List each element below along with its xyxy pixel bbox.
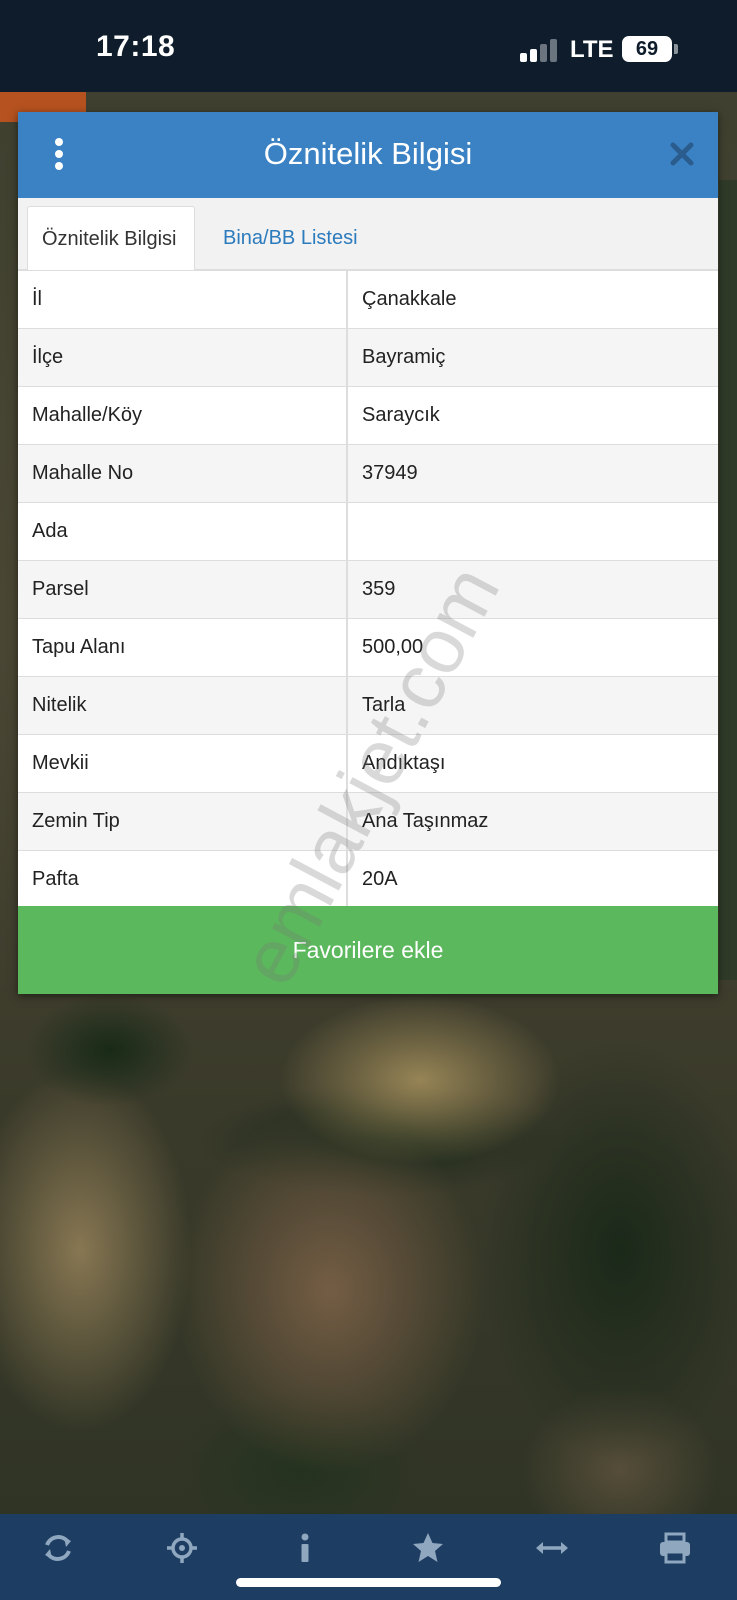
locate-icon[interactable] [162,1528,202,1568]
tab-building-list[interactable]: Bina/BB Listesi [209,206,372,271]
attribute-row: Mahalle/Köy Saraycık [18,386,718,445]
print-icon[interactable] [655,1528,695,1568]
refresh-icon[interactable] [38,1528,78,1568]
attribute-row: Pafta 20A [18,850,718,909]
bottom-toolbar [0,1514,737,1600]
attribute-key: İlçe [18,328,348,387]
add-favorite-button[interactable]: Favorilere ekle [18,906,718,994]
attribute-row: Nitelik Tarla [18,676,718,735]
tab-bar: Öznitelik Bilgisi Bina/BB Listesi [18,198,718,271]
attribute-row: Ada [18,502,718,561]
star-icon[interactable] [408,1528,448,1568]
attribute-key: Mevkii [18,734,348,793]
attribute-row: Parsel 359 [18,560,718,619]
close-icon[interactable] [668,140,696,168]
attribute-row: İlçe Bayramiç [18,328,718,387]
attribute-value: Andıktaşı [347,734,718,793]
attribute-row: İl Çanakkale [18,270,718,329]
attribute-value: Saraycık [347,386,718,445]
attribute-table: İl Çanakkale İlçe Bayramiç Mahalle/Köy Sarayc… [18,270,718,909]
home-indicator [236,1578,501,1587]
attribute-key: İl [18,270,348,329]
attribute-value [347,502,718,561]
status-time: 17:18 [96,30,176,63]
attribute-value: 500,00 [347,618,718,677]
dialog-title: Öznitelik Bilgisi [263,136,473,171]
attribute-value: 359 [347,560,718,619]
info-icon[interactable] [285,1528,325,1568]
attribute-value: Bayramiç [347,328,718,387]
dialog-header: Öznitelik Bilgisi [18,112,718,198]
attribute-key: Mahalle No [18,444,348,503]
attribute-key: Tapu Alanı [18,618,348,677]
status-bar: 17:18 LTE 69 [0,0,737,92]
attribute-key: Zemin Tip [18,792,348,851]
attribute-key: Mahalle/Köy [18,386,348,445]
attribute-value: Ana Taşınmaz [347,792,718,851]
map-edge [719,180,737,980]
attribute-value: 37949 [347,444,718,503]
attribute-row: Mahalle No 37949 [18,444,718,503]
attribute-row: Tapu Alanı 500,00 [18,618,718,677]
attribute-value: Çanakkale [347,270,718,329]
signal-icon [520,38,558,62]
battery-tip [674,44,678,54]
attribute-key: Ada [18,502,348,561]
attribute-dialog: Öznitelik Bilgisi Öznitelik Bilgisi Bina… [18,112,718,994]
tab-attribute-info[interactable]: Öznitelik Bilgisi [27,206,195,271]
network-type: LTE [570,36,614,63]
attribute-key: Pafta [18,850,348,909]
attribute-row: Mevkii Andıktaşı [18,734,718,793]
attribute-value: 20A [347,850,718,909]
measure-icon[interactable] [532,1528,572,1568]
attribute-value: Tarla [347,676,718,735]
battery-icon: 69 [622,36,672,62]
attribute-key: Parsel [18,560,348,619]
attribute-row: Zemin Tip Ana Taşınmaz [18,792,718,851]
attribute-key: Nitelik [18,676,348,735]
